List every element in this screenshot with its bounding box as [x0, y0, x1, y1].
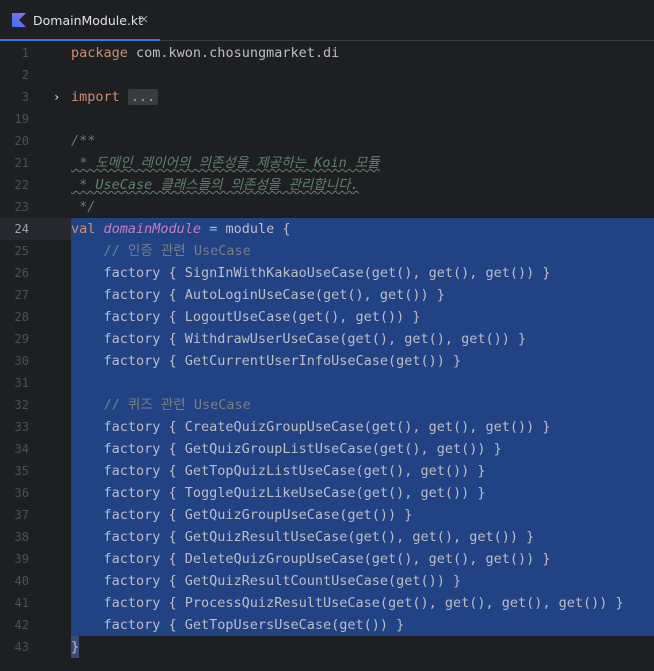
- code-line: 37 factory { GetQuizGroupUseCase(get()) …: [0, 504, 654, 526]
- line-comment: // 인증 관련 UseCase: [71, 243, 251, 259]
- fold-expand-icon[interactable]: ›: [53, 86, 60, 108]
- tab-close-icon[interactable]: ×: [139, 12, 149, 26]
- code-line: 39 factory { DeleteQuizGroupUseCase(get(…: [0, 548, 654, 570]
- line-code: package com.kwon.chosungmarket.di: [71, 45, 340, 61]
- line-number: 32: [14, 398, 29, 412]
- line-number: 43: [14, 640, 29, 654]
- line-number: 19: [14, 112, 29, 126]
- code-line: 34 factory { GetQuizGroupListUseCase(get…: [0, 438, 654, 460]
- code-line: 32 // 퀴즈 관련 UseCase: [0, 394, 654, 416]
- code-line: 3 › import ...: [0, 86, 654, 108]
- code-line: 40 factory { GetQuizResultCountUseCase(g…: [0, 570, 654, 592]
- code-line: 42 factory { GetTopUsersUseCase(get()) }: [0, 614, 654, 636]
- code-line: 22 * UseCase 클래스들의 의존성을 관리합니다.: [0, 174, 654, 196]
- line-code: import ...: [71, 86, 159, 108]
- kotlin-icon: [12, 13, 26, 27]
- line-code: factory { SignInWithKakaoUseCase(get(), …: [71, 265, 551, 281]
- line-code: factory { GetTopUsersUseCase(get()) }: [71, 617, 405, 633]
- code-line: 26 factory { SignInWithKakaoUseCase(get(…: [0, 262, 654, 284]
- line-number: 2: [21, 68, 29, 82]
- code-line: 43 }: [0, 636, 654, 658]
- doc-comment: * 도메인 레이어의 의존성을 제공하는 Koin 모듈: [71, 155, 380, 171]
- line-code: val domainModule = module {: [71, 221, 291, 237]
- code-line-current: 24 val domainModule = module {: [0, 218, 654, 240]
- doc-comment: */: [71, 199, 96, 215]
- line-number: 38: [14, 530, 29, 544]
- line-number: 28: [14, 310, 29, 324]
- code-line: 28 factory { LogoutUseCase(get(), get())…: [0, 306, 654, 328]
- line-number: 31: [14, 376, 29, 390]
- line-code: factory { CreateQuizGroupUseCase(get(), …: [71, 419, 551, 435]
- line-number: 33: [14, 420, 29, 434]
- line-code: factory { AutoLoginUseCase(get(), get())…: [71, 287, 445, 303]
- line-number: 29: [14, 332, 29, 346]
- tab-domain-module[interactable]: DomainModule.kt ×: [0, 0, 160, 42]
- code-line: 38 factory { GetQuizResultUseCase(get(),…: [0, 526, 654, 548]
- code-line: 21 * 도메인 레이어의 의존성을 제공하는 Koin 모듈: [0, 152, 654, 174]
- line-code: factory { DeleteQuizGroupUseCase(get(), …: [71, 551, 551, 567]
- line-code: factory { GetQuizGroupUseCase(get()) }: [71, 507, 413, 523]
- code-line: 1 package com.kwon.chosungmarket.di: [0, 42, 654, 64]
- line-code: factory { LogoutUseCase(get(), get()) }: [71, 309, 421, 325]
- line-number: 37: [14, 508, 29, 522]
- code-line: 19: [0, 108, 654, 130]
- code-line: 29 factory { WithdrawUserUseCase(get(), …: [0, 328, 654, 350]
- line-code: factory { WithdrawUserUseCase(get(), get…: [71, 331, 527, 347]
- folded-imports[interactable]: ...: [127, 89, 159, 105]
- line-number: 42: [14, 618, 29, 632]
- line-number: 22: [14, 178, 29, 192]
- line-number-current: 24: [14, 222, 29, 236]
- code-line: 31: [0, 372, 654, 394]
- code-line: 35 factory { GetTopQuizListUseCase(get()…: [0, 460, 654, 482]
- code-line: 36 factory { ToggleQuizLikeUseCase(get()…: [0, 482, 654, 504]
- line-number: 35: [14, 464, 29, 478]
- code-line: 33 factory { CreateQuizGroupUseCase(get(…: [0, 416, 654, 438]
- line-code: factory { GetCurrentUserInfoUseCase(get(…: [71, 353, 462, 369]
- line-number: 30: [14, 354, 29, 368]
- closing-brace: }: [71, 636, 80, 658]
- tab-filename: DomainModule.kt: [33, 13, 144, 28]
- line-number: 3: [21, 90, 29, 104]
- code-editor[interactable]: 1 package com.kwon.chosungmarket.di 2 3 …: [0, 41, 654, 671]
- line-number: 20: [14, 134, 29, 148]
- line-number: 1: [21, 46, 29, 60]
- line-number: 36: [14, 486, 29, 500]
- line-comment: // 퀴즈 관련 UseCase: [71, 397, 251, 413]
- doc-comment: /**: [71, 133, 96, 149]
- line-code: factory { GetQuizGroupListUseCase(get(),…: [71, 441, 502, 457]
- line-number: 23: [14, 200, 29, 214]
- line-code: factory { GetQuizResultCountUseCase(get(…: [71, 573, 462, 589]
- doc-comment: * UseCase 클래스들의 의존성을 관리합니다.: [71, 177, 359, 193]
- line-number: 26: [14, 266, 29, 280]
- line-number: 39: [14, 552, 29, 566]
- line-code: factory { GetTopQuizListUseCase(get(), g…: [71, 463, 486, 479]
- code-line: 23 */: [0, 196, 654, 218]
- code-line: 30 factory { GetCurrentUserInfoUseCase(g…: [0, 350, 654, 372]
- line-code: factory { GetQuizResultUseCase(get(), ge…: [71, 529, 535, 545]
- line-code: factory { ToggleQuizLikeUseCase(get(), g…: [71, 485, 486, 501]
- code-line: 41 factory { ProcessQuizResultUseCase(ge…: [0, 592, 654, 614]
- code-line: 27 factory { AutoLoginUseCase(get(), get…: [0, 284, 654, 306]
- code-line: 2: [0, 64, 654, 86]
- code-line: 20 /**: [0, 130, 654, 152]
- line-code: factory { ProcessQuizResultUseCase(get()…: [71, 595, 624, 611]
- editor-tab-bar: DomainModule.kt ×: [0, 0, 654, 42]
- line-number: 25: [14, 244, 29, 258]
- line-number: 41: [14, 596, 29, 610]
- line-number: 40: [14, 574, 29, 588]
- code-line: 25 // 인증 관련 UseCase: [0, 240, 654, 262]
- line-number: 34: [14, 442, 29, 456]
- line-number: 21: [14, 156, 29, 170]
- line-number: 27: [14, 288, 29, 302]
